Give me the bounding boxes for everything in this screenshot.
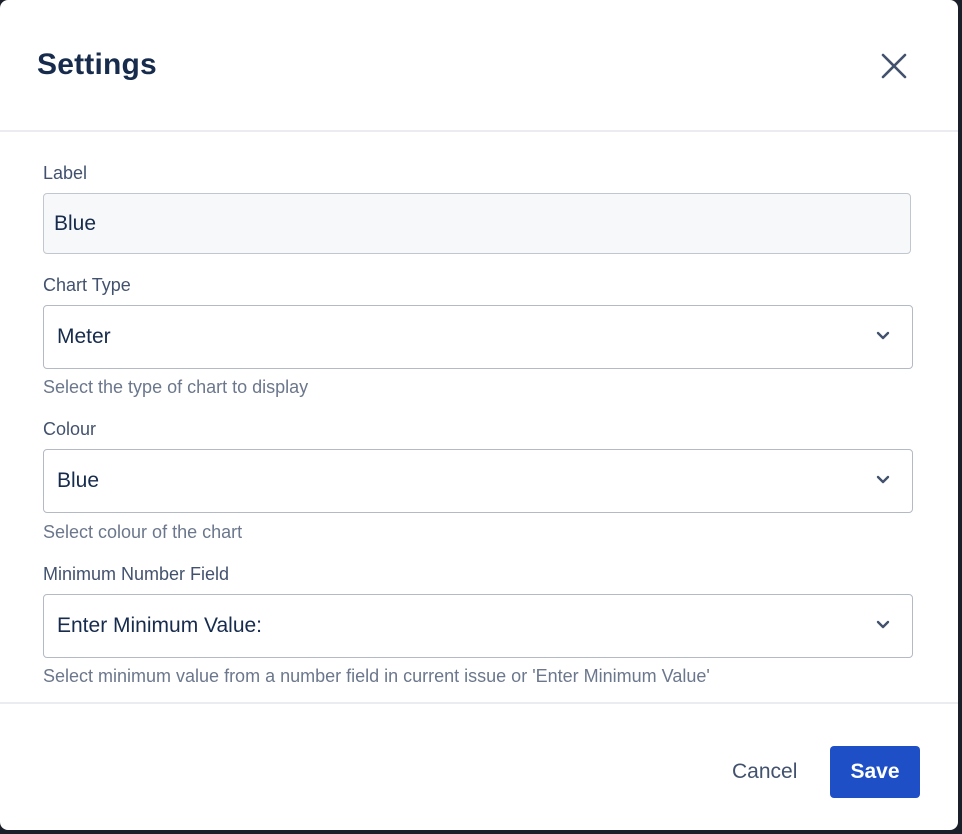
minimum-number-field-label: Minimum Number Field xyxy=(43,564,230,584)
dialog-footer: Cancel Save xyxy=(0,702,958,830)
minimum-number-field-select[interactable]: Enter Minimum Value: xyxy=(43,594,913,658)
close-button[interactable] xyxy=(872,44,916,88)
settings-dialog: Settings Label Chart Type Meter Select t… xyxy=(0,0,958,830)
label-input[interactable] xyxy=(43,193,911,254)
chevron-down-icon xyxy=(876,331,890,340)
save-button[interactable]: Save xyxy=(830,746,920,798)
chart-type-helper-text: Select the type of chart to display xyxy=(43,377,309,397)
colour-label: Colour xyxy=(43,419,97,439)
dialog-body: Label Chart Type Meter Select the type o… xyxy=(0,132,958,702)
chart-type-selected-value: Meter xyxy=(57,325,111,348)
minimum-number-field-helper-text: Select minimum value from a number field… xyxy=(43,666,710,686)
colour-helper-text: Select colour of the chart xyxy=(43,522,243,542)
colour-selected-value: Blue xyxy=(57,469,100,492)
dialog-title: Settings xyxy=(37,48,157,81)
close-icon xyxy=(881,53,907,79)
dialog-header: Settings xyxy=(0,0,958,132)
minimum-number-field-selected-value: Enter Minimum Value: xyxy=(57,614,263,637)
chevron-down-icon xyxy=(876,620,890,629)
chart-type-label: Chart Type xyxy=(43,275,131,295)
chevron-down-icon xyxy=(876,475,890,484)
label-field-label: Label xyxy=(43,163,88,183)
colour-select[interactable]: Blue xyxy=(43,449,913,513)
chart-type-select[interactable]: Meter xyxy=(43,305,913,369)
cancel-button[interactable]: Cancel xyxy=(716,746,813,798)
